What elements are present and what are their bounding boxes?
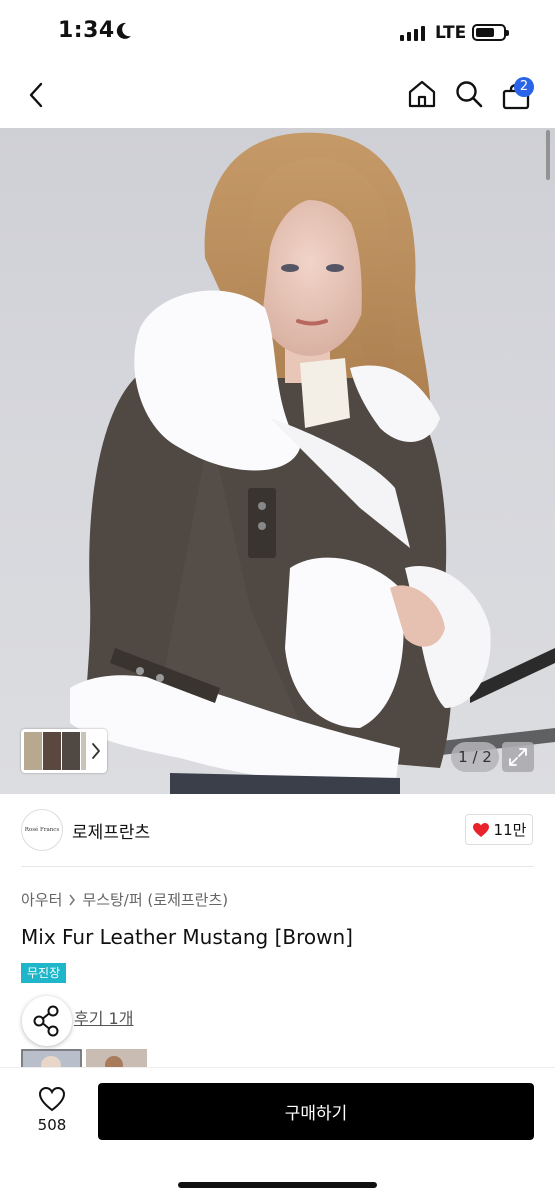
home-indicator (178, 1182, 377, 1188)
chevron-right-icon (92, 743, 100, 759)
shop-name[interactable]: 로제프란츠 (72, 818, 150, 843)
scrollbar[interactable] (546, 130, 550, 180)
moon-icon (116, 22, 131, 39)
cart-count-badge: 2 (514, 77, 534, 97)
product-image[interactable] (0, 128, 555, 794)
breadcrumb: 아우터 무스탕/퍼 (로제프란츠) (21, 889, 228, 910)
page-indicator: 1 / 2 (451, 742, 499, 772)
product-tag: 무진장 (21, 963, 67, 983)
product-photo (70, 132, 555, 794)
expand-icon (509, 748, 527, 766)
share-icon (33, 1005, 59, 1037)
signal-icon (400, 26, 425, 41)
thumbnail-images (24, 732, 100, 770)
wish-count: 508 (37, 1116, 67, 1134)
share-button[interactable] (22, 996, 72, 1046)
chevron-right-icon (69, 894, 76, 905)
shop-like-button[interactable]: 11만 (465, 814, 533, 845)
status-time: 1:34 (58, 18, 115, 43)
review-link[interactable]: 후기 1개 (74, 1005, 133, 1029)
product-title: Mix Fur Leather Mustang [Brown] (21, 925, 353, 949)
shop-logo[interactable]: Rosé Francs (21, 809, 63, 851)
home-icon[interactable] (407, 79, 437, 109)
breadcrumb-subcategory[interactable]: 무스탕/퍼 (로제프란츠) (82, 889, 228, 910)
heart-icon[interactable] (38, 1086, 66, 1112)
battery-icon (472, 24, 509, 41)
back-icon[interactable] (26, 82, 48, 108)
expand-button[interactable] (502, 742, 534, 772)
search-icon[interactable] (455, 80, 483, 108)
breadcrumb-category[interactable]: 아우터 (21, 889, 62, 910)
divider (21, 866, 534, 867)
buy-button[interactable]: 구매하기 (98, 1083, 534, 1140)
image-thumbnail-strip[interactable] (21, 729, 107, 773)
network-label: LTE (435, 23, 467, 43)
heart-filled-icon (472, 822, 489, 837)
shop-like-count: 11만 (493, 821, 527, 839)
